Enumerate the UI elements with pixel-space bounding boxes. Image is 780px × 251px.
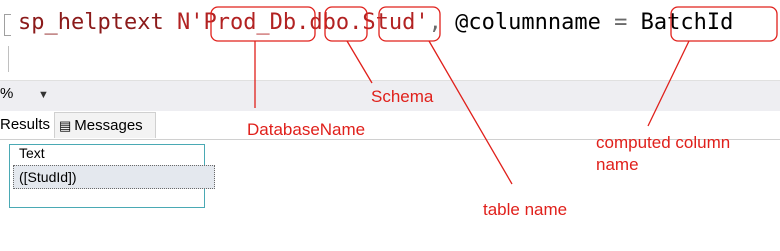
table-name-label: table name (483, 200, 568, 219)
database-name-label: DatabaseName (247, 120, 366, 139)
tab-results[interactable]: Results (0, 112, 52, 138)
code-schema: dbo (309, 10, 350, 35)
code-n-prefix: N (176, 10, 191, 35)
gutter-line (8, 46, 9, 72)
tab-messages[interactable]: ▤ Messages (54, 112, 156, 138)
code-dot-2: . (349, 10, 363, 35)
code-database: Prod_Db (203, 10, 297, 35)
code-comma: , (428, 10, 442, 35)
query-editor[interactable]: sp_helptext N'Prod_Db.dbo.Stud', @column… (0, 0, 780, 80)
grid-cell-value: ([StudId]) (19, 169, 77, 185)
computed-column-label: computed column name (596, 133, 731, 174)
sql-code[interactable]: sp_helptext N'Prod_Db.dbo.Stud', @column… (18, 7, 733, 39)
code-command: sp_helptext (18, 10, 164, 35)
code-param: @columnname (455, 10, 601, 35)
zoom-dropdown-icon[interactable]: ▼ (38, 89, 49, 101)
table-row[interactable]: ([StudId]) (13, 165, 215, 189)
code-equals: = (614, 10, 628, 35)
code-table: Stud (362, 10, 416, 35)
tab-results-label: Results (0, 116, 51, 133)
zoom-level[interactable]: % (0, 85, 13, 102)
tab-messages-label: Messages (74, 117, 143, 134)
code-dot-1: . (296, 10, 310, 35)
messages-icon: ▤ (59, 118, 72, 133)
collapse-marker[interactable] (4, 14, 11, 36)
code-column: BatchId (640, 10, 734, 35)
code-quote-open: ' (190, 10, 204, 35)
schema-label: Schema (371, 87, 434, 106)
code-quote-close: ' (415, 10, 429, 35)
column-header-text[interactable]: Text (19, 145, 45, 161)
